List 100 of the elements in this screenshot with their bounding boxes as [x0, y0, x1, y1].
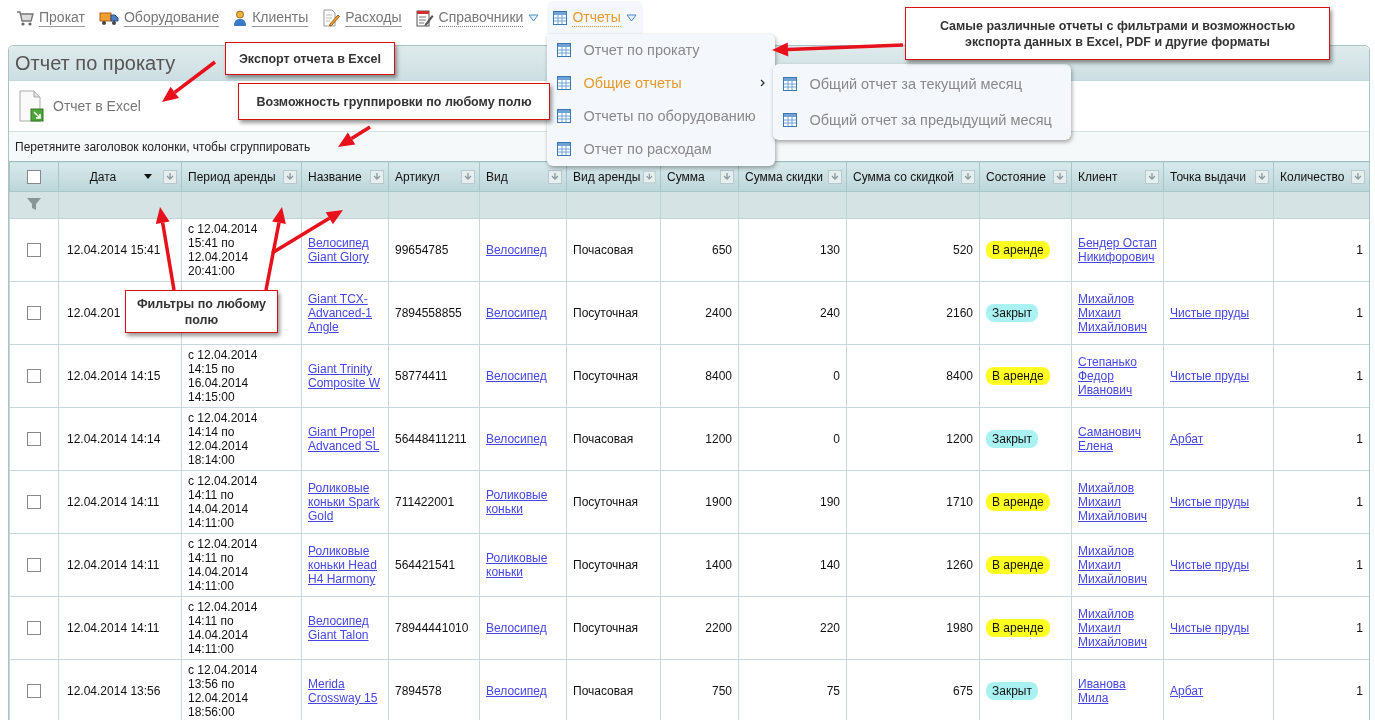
- table-link[interactable]: Велосипед: [486, 306, 560, 320]
- column-header[interactable]: Состояние: [979, 161, 1072, 192]
- table-cell: 12.04.2014 14:14: [58, 407, 182, 471]
- checkbox[interactable]: [27, 558, 41, 573]
- table-link[interactable]: Велосипед: [486, 684, 560, 698]
- table-cell: 78944441010: [388, 596, 480, 660]
- table-icon: [783, 76, 798, 91]
- nav-link[interactable]: Справочники: [438, 8, 524, 27]
- menu-item[interactable]: Отчеты по оборудованию: [547, 99, 776, 133]
- table-cell: 56448411211: [388, 407, 480, 471]
- column-header[interactable]: Вид: [479, 161, 567, 192]
- table-cell: 1260: [846, 533, 980, 597]
- table-link[interactable]: Велосипед: [486, 369, 560, 383]
- table-cell: 140: [738, 533, 847, 597]
- table-cell: 8400: [660, 344, 739, 408]
- nav-link[interactable]: Расходы: [345, 8, 402, 27]
- column-menu-icon[interactable]: [828, 169, 842, 184]
- column-menu-icon[interactable]: [1351, 169, 1365, 184]
- table-cell: 2200: [660, 596, 739, 660]
- nav-link[interactable]: Клиенты: [252, 8, 309, 27]
- table-cell: Почасовая: [566, 407, 661, 471]
- column-menu-icon[interactable]: [548, 169, 562, 184]
- table-cell: 1710: [846, 470, 980, 534]
- column-header[interactable]: Название: [301, 161, 389, 192]
- checkbox[interactable]: [27, 243, 41, 258]
- table-link[interactable]: Велосипед: [486, 432, 560, 446]
- export-excel-button[interactable]: Отчет в Excel: [19, 90, 141, 122]
- table-link[interactable]: Велосипед: [486, 621, 560, 635]
- column-menu-icon[interactable]: [370, 169, 384, 184]
- status-badge: В аренде: [986, 556, 1050, 574]
- callout: Фильтры по любому полю: [125, 290, 278, 333]
- table-cell: 0: [738, 407, 847, 471]
- table-cell: 1980: [846, 596, 980, 660]
- status-badge: Закрыт: [986, 682, 1038, 700]
- table-cell: 240: [738, 281, 847, 345]
- table-cell: Посуточная: [566, 470, 661, 534]
- table-cell: 220: [738, 596, 847, 660]
- truck-icon: [98, 9, 119, 26]
- column-menu-icon[interactable]: [461, 169, 475, 184]
- table-link[interactable]: Арбат: [1170, 432, 1267, 446]
- table-icon: [557, 109, 572, 123]
- table-cell: 2400: [660, 281, 739, 345]
- checkbox[interactable]: [27, 169, 41, 184]
- table-cell-text: с 12.04.2014 13:56 по 12.04.2014 18:56:00: [188, 663, 259, 719]
- document-pencil-icon: [322, 8, 341, 27]
- column-menu-icon[interactable]: [1053, 169, 1067, 184]
- checkbox[interactable]: [27, 495, 41, 510]
- table-link[interactable]: Велосипед: [486, 243, 560, 257]
- annotation-arrow: [338, 125, 371, 147]
- column-menu-icon[interactable]: [1145, 169, 1159, 184]
- filter-icon[interactable]: [26, 196, 42, 211]
- menu-item[interactable]: Общий отчет за предыдущий месяц: [773, 101, 1072, 138]
- column-menu-icon[interactable]: [1255, 169, 1269, 184]
- table-cell: 58774411: [388, 344, 480, 408]
- group-by-hint: Перетяните заголовок колонки, чтобы сгруппировать: [15, 139, 311, 154]
- column-header[interactable]: Точка выдачи: [1163, 161, 1274, 192]
- nav-link[interactable]: Оборудование: [123, 8, 220, 27]
- table-cell: 0: [738, 344, 847, 408]
- table-cell: 8400: [846, 344, 980, 408]
- column-menu-icon[interactable]: [961, 169, 975, 184]
- checkbox[interactable]: [27, 369, 41, 384]
- table-cell: Почасовая: [566, 218, 661, 282]
- table-cell: 12.04.2014 14:15: [58, 344, 182, 408]
- table-cell: 564421541: [388, 533, 480, 597]
- column-menu-icon[interactable]: [163, 169, 177, 184]
- column-header[interactable]: Сумма скидки: [738, 161, 847, 192]
- checkbox[interactable]: [27, 306, 41, 321]
- column-menu-icon[interactable]: [643, 169, 656, 184]
- column-header[interactable]: Сумма со скидкой: [846, 161, 980, 192]
- column-header[interactable]: Количество: [1273, 161, 1369, 192]
- table-link[interactable]: Чистые пруды: [1170, 558, 1267, 572]
- menu-item[interactable]: Общий отчет за текущий месяц: [773, 65, 1072, 102]
- column-menu-icon[interactable]: [720, 169, 734, 184]
- column-menu-icon[interactable]: [283, 169, 297, 184]
- table-cell: 650: [660, 218, 739, 282]
- menu-item[interactable]: Отчет по прокату: [547, 33, 776, 67]
- table-cell-text: с 12.04.2014 14:11 по 14.04.2014 14:11:00: [188, 600, 259, 656]
- column-header[interactable]: Клиент: [1071, 161, 1164, 192]
- table-cell: 2160: [846, 281, 980, 345]
- table-link[interactable]: Чистые пруды: [1170, 495, 1267, 509]
- column-header[interactable]: Артикул: [388, 161, 480, 192]
- column-header[interactable]: Период аренды: [181, 161, 302, 192]
- table-icon: [553, 10, 568, 25]
- table-cell: 12.04.2014 14:11: [58, 596, 182, 660]
- cart-icon: [16, 9, 34, 26]
- column-header[interactable]: Дата: [58, 161, 182, 192]
- table-cell: 130: [738, 218, 847, 282]
- table-link[interactable]: Чистые пруды: [1170, 369, 1267, 383]
- table-icon: [557, 142, 572, 156]
- checkbox[interactable]: [27, 684, 41, 699]
- table-cell: 7894558855: [388, 281, 480, 345]
- table-cell: 1200: [846, 407, 980, 471]
- table-cell: Посуточная: [566, 281, 661, 345]
- table-link[interactable]: Чистые пруды: [1170, 621, 1267, 635]
- nav-link[interactable]: Прокат: [39, 8, 85, 27]
- table-link[interactable]: Чистые пруды: [1170, 306, 1267, 320]
- checkbox[interactable]: [27, 432, 41, 447]
- panel-title: Отчет по прокату: [15, 51, 176, 75]
- checkbox[interactable]: [27, 621, 41, 636]
- table-cell: 12.04.2014 14:11: [58, 470, 182, 534]
